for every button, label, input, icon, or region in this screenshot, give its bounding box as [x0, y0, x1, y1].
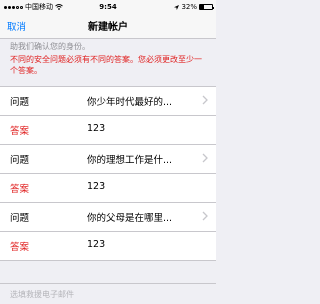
- battery-icon: [199, 4, 214, 10]
- battery-fill: [200, 5, 204, 9]
- page-title: 新建帐户: [88, 22, 128, 33]
- question-value: 你的父母是在哪里...: [87, 213, 173, 224]
- chevron-right-icon: [202, 95, 208, 105]
- notice-section: 助我们确认您的身份。 不同的安全问题必须有不同的答案。您必须更改至少一个答案。: [0, 38, 216, 85]
- question-label: 问题: [10, 97, 30, 108]
- notice-gray-text: 助我们确认您的身份。: [10, 42, 90, 51]
- navigation-bar: 取消 新建帐户: [0, 14, 216, 39]
- status-right: 32%: [174, 0, 214, 14]
- error-message: 不同的安全问题必须有不同的答案。您必须更改至少一个答案。: [10, 55, 202, 75]
- answer-row-2[interactable]: 答案 123: [0, 173, 216, 202]
- question-row-2[interactable]: 问题 你的理想工作是什...: [0, 144, 216, 173]
- answer-input[interactable]: 123: [87, 239, 197, 250]
- status-bar: 中国移动 9:54 32%: [0, 0, 216, 14]
- answer-row-3[interactable]: 答案 123: [0, 231, 216, 261]
- chevron-right-icon: [202, 211, 208, 221]
- answer-label: 答案: [10, 184, 30, 195]
- question-label: 问题: [10, 155, 30, 166]
- footer-text: 选填救援电子邮件: [10, 290, 74, 299]
- footer-section: 选填救援电子邮件: [0, 283, 216, 304]
- question-label: 问题: [10, 213, 30, 224]
- question-value: 你的理想工作是什...: [87, 155, 173, 166]
- question-value: 你少年时代最好的...: [87, 97, 173, 108]
- chevron-right-icon: [202, 153, 208, 163]
- answer-label: 答案: [10, 126, 30, 137]
- answer-row-1[interactable]: 答案 123: [0, 115, 216, 144]
- question-row-1[interactable]: 问题 你少年时代最好的...: [0, 86, 216, 115]
- answer-input[interactable]: 123: [87, 181, 197, 192]
- question-row-3[interactable]: 问题 你的父母是在哪里...: [0, 202, 216, 231]
- battery-percent: 32%: [181, 3, 197, 11]
- location-arrow-icon: [174, 4, 180, 10]
- answer-input[interactable]: 123: [87, 123, 197, 134]
- answer-label: 答案: [10, 242, 30, 253]
